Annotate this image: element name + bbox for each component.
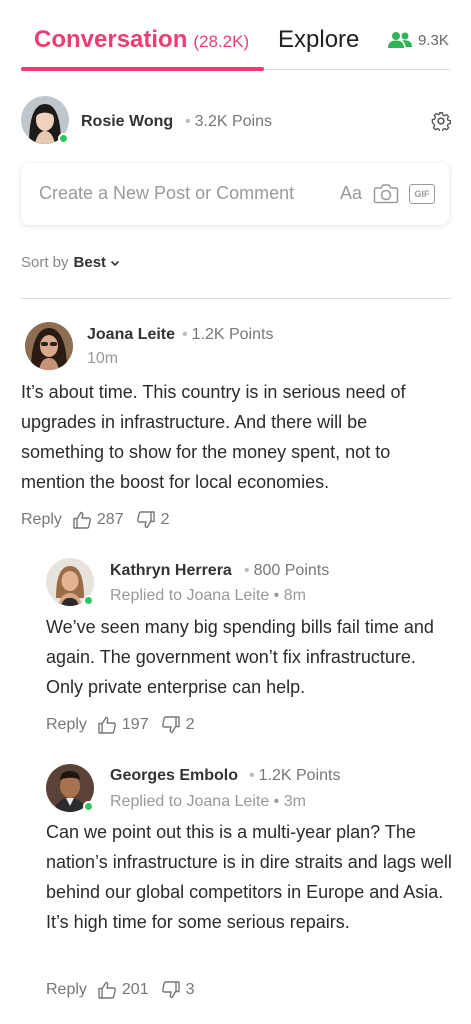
sort-value[interactable]: Best bbox=[74, 254, 107, 271]
sort-label: Sort by bbox=[21, 254, 69, 271]
dislike-count: 2 bbox=[160, 511, 170, 528]
online-status-indicator bbox=[83, 595, 94, 606]
thumbs-up-icon[interactable] bbox=[72, 510, 92, 530]
comment-reply-meta: Replied to Joana Leite • 8m bbox=[110, 587, 306, 604]
tab-explore[interactable]: Explore bbox=[278, 26, 359, 54]
comment: Joana Leite • 1.2K Points 10m It’s about … bbox=[0, 320, 471, 535]
comment-author-points: • 800 Points bbox=[244, 562, 330, 579]
comment-author[interactable]: Kathryn Herrera bbox=[110, 562, 232, 580]
comment-actions: Reply 197 2 bbox=[46, 715, 207, 735]
comment-author-points: • 1.2K Points bbox=[249, 767, 341, 784]
comment-timestamp: 10m bbox=[87, 350, 119, 367]
gif-label: GIF bbox=[414, 189, 430, 199]
users-count: 9.3K bbox=[418, 31, 449, 49]
comment-author[interactable]: Joana Leite bbox=[87, 326, 175, 344]
comment-actions: Reply 201 3 bbox=[46, 980, 207, 1000]
thumbs-up-icon[interactable] bbox=[97, 715, 117, 735]
reply-button[interactable]: Reply bbox=[46, 716, 87, 734]
like-count: 287 bbox=[96, 511, 124, 528]
text-format-button[interactable]: Aa bbox=[340, 183, 362, 204]
online-status-indicator bbox=[58, 133, 69, 144]
tab-conversation-count: (28.2K) bbox=[193, 32, 250, 51]
comment-actions: Reply 287 2 bbox=[21, 510, 182, 530]
dislike-count: 2 bbox=[185, 716, 195, 733]
comment-reply-meta: Replied to Joana Leite • 3m bbox=[110, 793, 306, 810]
users-icon bbox=[388, 32, 412, 48]
comment-body: We’ve seen many big spending bills fail … bbox=[46, 617, 434, 697]
comment-author[interactable]: Georges Embolo bbox=[110, 767, 238, 785]
current-user-name[interactable]: Rosie Wong bbox=[81, 113, 173, 131]
dislike-count: 3 bbox=[185, 981, 195, 998]
divider bbox=[21, 298, 451, 299]
tab-bar: Conversation (28.2K) Explore 9.3K bbox=[0, 0, 471, 72]
comment-body: Can we point out this is a multi-year pl… bbox=[46, 822, 452, 932]
composer-placeholder[interactable]: Create a New Post or Comment bbox=[39, 183, 294, 204]
like-count: 201 bbox=[121, 981, 149, 998]
thumbs-down-icon[interactable] bbox=[161, 980, 181, 1000]
like-count: 197 bbox=[121, 716, 149, 733]
reply-button[interactable]: Reply bbox=[46, 981, 87, 999]
comment-reply: Georges Embolo • 1.2K Points Replied to J… bbox=[0, 762, 471, 1012]
tab-conversation[interactable]: Conversation (28.2K) bbox=[34, 26, 249, 54]
current-user-row: Rosie Wong • 3.2K Poins bbox=[21, 96, 451, 146]
chevron-down-icon bbox=[110, 260, 120, 266]
comment-reply: Kathryn Herrera • 800 Points Replied to J… bbox=[0, 556, 471, 741]
thumbs-down-icon[interactable] bbox=[161, 715, 181, 735]
gif-button[interactable]: GIF bbox=[409, 184, 435, 204]
avatar[interactable] bbox=[25, 322, 73, 370]
tab-divider bbox=[264, 69, 450, 70]
camera-icon[interactable] bbox=[373, 182, 399, 204]
gear-icon[interactable] bbox=[431, 111, 451, 131]
online-status-indicator bbox=[83, 801, 94, 812]
current-user-points: • 3.2K Poins bbox=[185, 113, 272, 130]
comment-body: It’s about time. This country is in seri… bbox=[21, 382, 406, 492]
online-users[interactable]: 9.3K bbox=[388, 31, 449, 49]
active-tab-indicator bbox=[21, 67, 264, 71]
thumbs-down-icon[interactable] bbox=[136, 510, 156, 530]
comment-author-points: • 1.2K Points bbox=[182, 326, 274, 343]
sort-control[interactable]: Sort by Best bbox=[21, 254, 121, 271]
thumbs-up-icon[interactable] bbox=[97, 980, 117, 1000]
post-composer[interactable]: Create a New Post or Comment Aa GIF bbox=[21, 163, 449, 225]
reply-button[interactable]: Reply bbox=[21, 511, 62, 529]
tab-conversation-label: Conversation bbox=[34, 26, 188, 53]
